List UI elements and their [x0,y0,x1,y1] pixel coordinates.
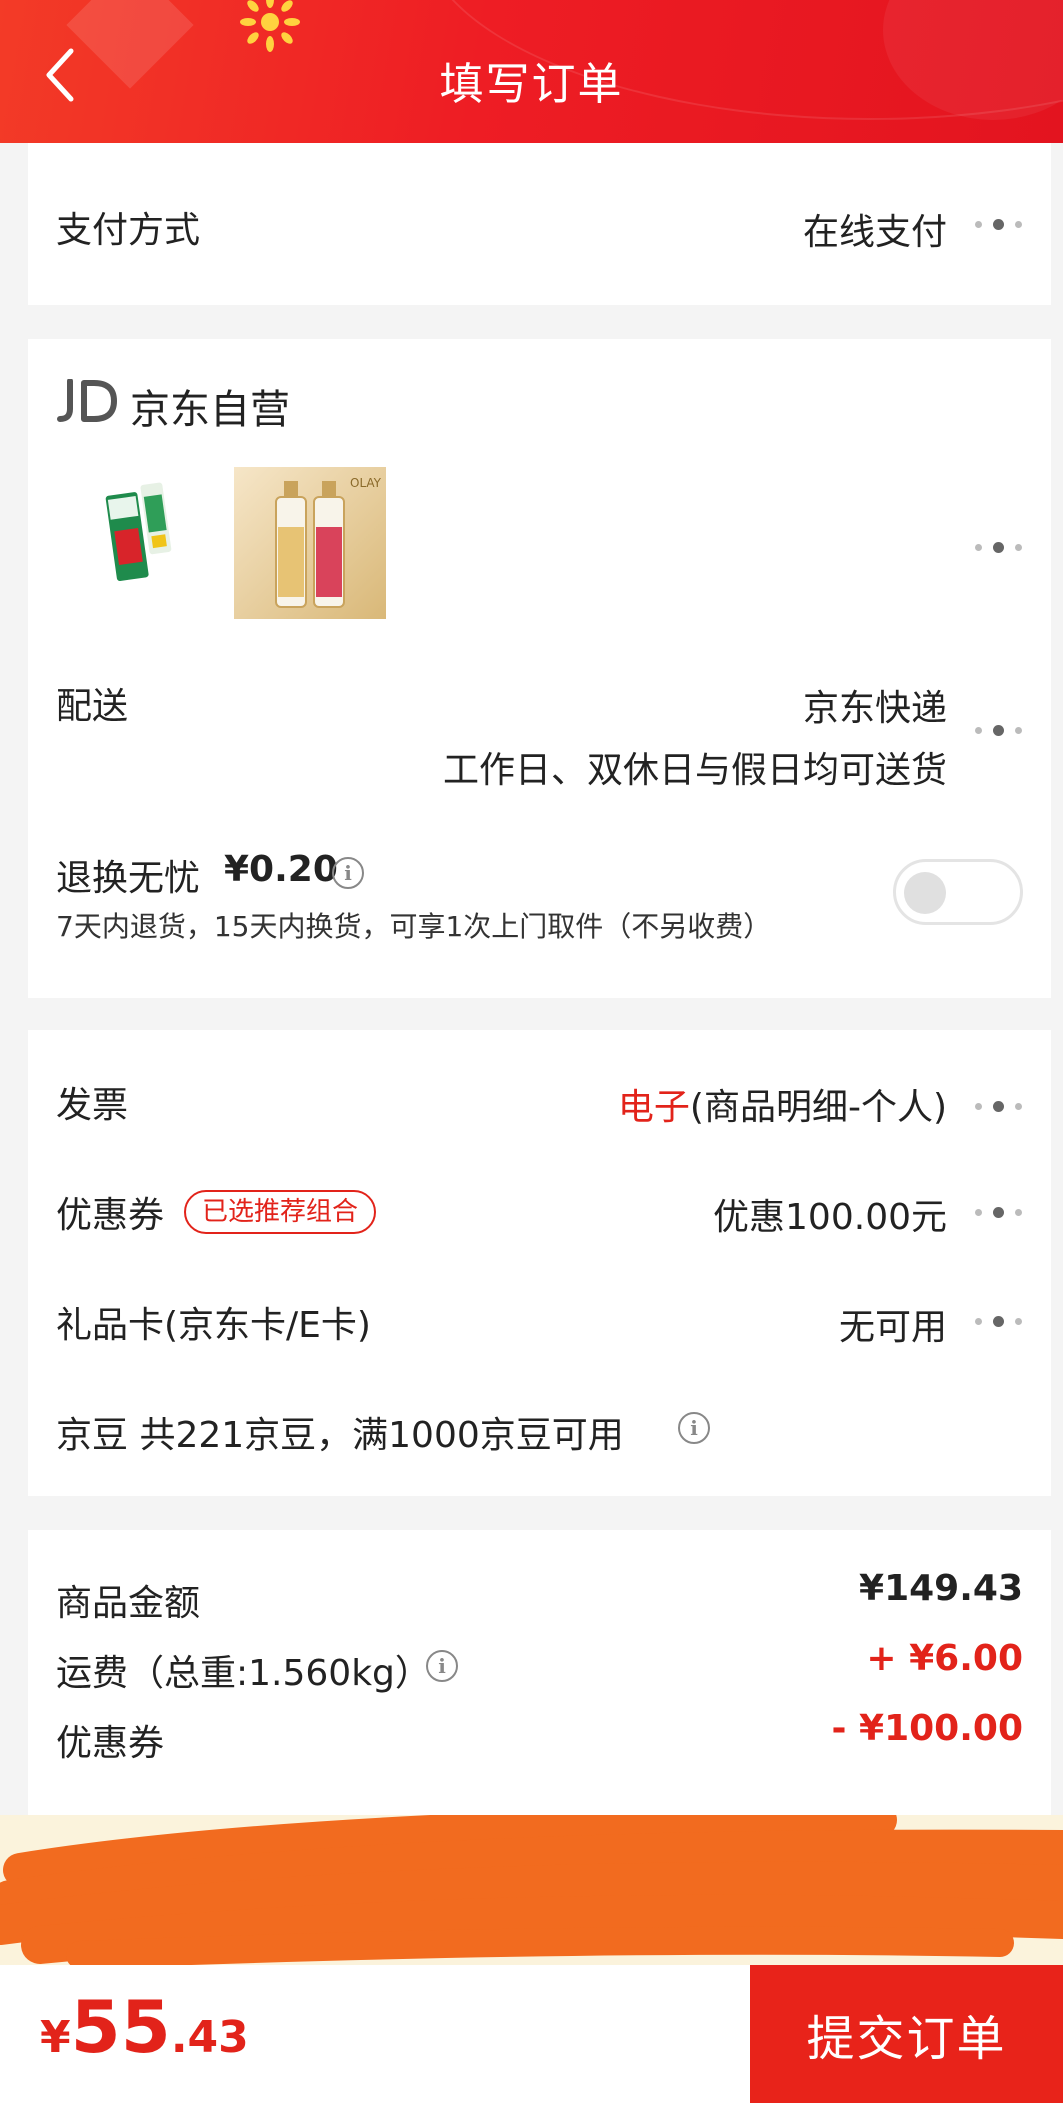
coupon-discount-value: - ¥100.00 [831,1708,1023,1749]
more-dots-icon[interactable] [973,1202,1025,1222]
options-card: 发票 电子(商品明细-个人) 优惠券 已选推荐组合 优惠100.00元 礼品卡(… [28,1030,1051,1496]
coupon-tag-badge: 已选推荐组合 [184,1190,377,1234]
payment-card: 支付方式 在线支付 [28,143,1051,305]
goods-amount-value: ¥149.43 [859,1568,1023,1609]
return-service-toggle[interactable] [893,859,1023,925]
coupon-value[interactable]: 优惠100.00元 [713,1188,947,1240]
goods-amount-label: 商品金额 [56,1583,201,1624]
redaction-scribble [0,1815,1063,1965]
more-dots-icon[interactable] [973,720,1025,740]
product-thumbnail[interactable]: OLAY [234,467,386,619]
more-dots-icon[interactable] [973,1311,1025,1331]
submit-order-button[interactable]: 提交订单 [750,1965,1063,2103]
return-service-price: ¥0.20 [224,849,338,890]
invoice-detail: (商品明细-个人) [689,1087,947,1128]
shop-name: 京东自营 [130,387,290,433]
return-service-desc: 7天内退货，15天内换货，可享1次上门取件（不另收费） [56,910,772,943]
return-service-label: 退换无忧 [56,858,201,899]
total-price: ¥55.43 [40,1985,249,2069]
delivery-schedule[interactable]: 工作日、双休日与假日均可送货 [443,741,947,793]
giftcard-label: 礼品卡(京东卡/E卡) [56,1305,371,1346]
payment-label: 支付方式 [56,210,201,251]
total-integer: 55 [70,1985,171,2069]
page-title: 填写订单 [439,59,624,110]
info-icon[interactable]: i [426,1650,458,1682]
freight-label: 运费（总重:1.560kg） [56,1653,431,1694]
product-thumbnail[interactable] [90,465,200,589]
coupon-discount-label: 优惠券 [56,1723,165,1764]
info-icon[interactable]: i [332,857,364,889]
toothpaste-image [90,465,200,589]
giftcard-value[interactable]: 无可用 [839,1298,947,1350]
shop-card: 京东自营 OLAY 配送 京东快递 工作日、双休日与假日均可送货 退换无忧 ¥0… [28,339,1051,998]
invoice-label: 发票 [56,1085,129,1126]
invoice-type: 电子 [617,1087,690,1128]
olay-product-image: OLAY [234,467,386,619]
more-dots-icon[interactable] [973,537,1025,557]
invoice-value[interactable]: 电子(商品明细-个人) [618,1078,947,1130]
freight-value: + ¥6.00 [866,1638,1023,1679]
delivery-carrier[interactable]: 京东快递 [803,679,947,731]
more-dots-icon[interactable] [973,214,1025,234]
redacted-area [0,1815,1063,1965]
bottom-bar: ¥55.43 提交订单 [0,1965,1063,2103]
svg-text:OLAY: OLAY [350,476,382,490]
payment-value[interactable]: 在线支付 [803,203,947,255]
more-dots-icon[interactable] [973,1096,1025,1116]
total-decimal: .43 [170,2012,249,2063]
toggle-knob [904,872,946,914]
jd-logo-icon [57,379,117,422]
jingdou-label: 京豆 共221京豆，满1000京豆可用 [56,1415,624,1456]
coupon-label: 优惠券 [56,1195,165,1236]
top-header: 填写订单 [0,0,1063,143]
price-summary-card: 商品金额 ¥149.43 运费（总重:1.560kg） i + ¥6.00 优惠… [28,1530,1051,1815]
info-icon[interactable]: i [678,1412,710,1444]
delivery-label: 配送 [56,686,129,727]
currency-symbol: ¥ [40,2012,71,2063]
